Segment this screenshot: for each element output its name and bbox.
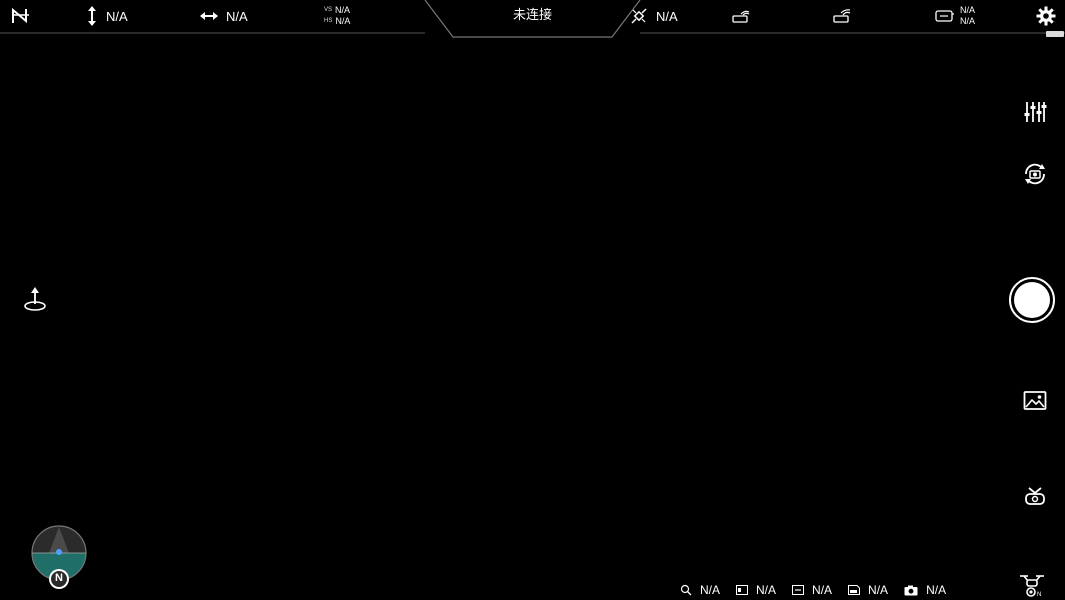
shutter-speed-value: N/A <box>812 583 833 597</box>
flight-mode-indicator[interactable] <box>10 0 32 32</box>
takeoff-icon <box>24 287 46 311</box>
aircraft-position-dot <box>56 549 62 555</box>
video-signal-indicator[interactable] <box>832 0 852 32</box>
video-signal-icon <box>833 9 851 23</box>
horizontal-speed-tag: HS <box>324 18 333 24</box>
vertical-speed-value: N/A <box>335 5 351 15</box>
top-status-bar: N/A N/A VS N/A HS N/A 未连接 N/A N/A N/A <box>0 0 1065 38</box>
camera-capacity-indicator: N/A <box>904 583 946 597</box>
flight-mode-icon <box>12 7 29 24</box>
zoom-value: N/A <box>700 583 721 597</box>
drone-icon: N <box>1020 575 1044 598</box>
horizontal-arrow-icon <box>200 12 218 20</box>
shutter-inner <box>1014 282 1050 318</box>
remote-signal-icon <box>732 10 750 23</box>
north-label: N <box>55 572 63 584</box>
vertical-speed-tag: VS <box>324 7 333 13</box>
distance-value: N/A <box>226 8 248 24</box>
remote-battery-indicator[interactable]: N/A N/A <box>934 0 975 32</box>
settings-button[interactable] <box>1036 0 1056 32</box>
remote-signal-indicator[interactable] <box>731 0 751 32</box>
iso-value: N/A <box>756 583 777 597</box>
image-gallery-icon <box>1023 391 1046 410</box>
shutter-speed-icon <box>792 585 805 595</box>
altitude-value: N/A <box>106 8 128 24</box>
switch-photo-video-button[interactable] <box>1020 162 1049 186</box>
zoom-indicator: N/A <box>680 583 720 597</box>
gps-value: N/A <box>656 8 678 24</box>
camera-switch-icon <box>1024 163 1045 185</box>
storage-indicator: N/A <box>848 583 888 597</box>
aircraft-status-button[interactable]: N <box>1018 572 1046 600</box>
gimbal-button[interactable] <box>1020 484 1049 508</box>
connection-status: 未连接 <box>512 7 552 22</box>
horizontal-speed-value: N/A <box>335 16 351 26</box>
shutter-button[interactable] <box>1009 277 1055 323</box>
controller-battery-icon <box>935 10 954 22</box>
speed-indicator: VS N/A HS N/A <box>324 0 350 32</box>
camera-icon <box>904 585 918 595</box>
gimbal-icon <box>1024 487 1045 505</box>
satellite-icon <box>631 8 647 24</box>
shutter-speed-indicator: N/A <box>792 583 832 597</box>
attitude-radar[interactable]: N <box>29 524 89 590</box>
gear-icon <box>1036 6 1056 26</box>
gps-indicator[interactable]: N/A <box>630 0 678 32</box>
camera-settings-button[interactable] <box>1020 100 1049 124</box>
altitude-indicator: N/A <box>86 0 128 32</box>
camera-capacity-value: N/A <box>926 583 947 597</box>
remote-battery-top-value: N/A <box>960 5 976 15</box>
takeoff-button[interactable] <box>22 286 48 317</box>
distance-indicator: N/A <box>200 0 248 32</box>
iso-icon <box>736 585 749 595</box>
camera-parameter-bar: N/A N/A N/A N/A N/A <box>680 580 962 600</box>
aircraft-battery-badge <box>1046 31 1064 37</box>
sliders-icon <box>1024 102 1046 122</box>
remote-battery-bottom-value: N/A <box>960 16 976 26</box>
svg-text:N: N <box>1037 592 1041 598</box>
iso-indicator: N/A <box>736 583 776 597</box>
storage-value: N/A <box>868 583 889 597</box>
zoom-icon <box>680 584 692 596</box>
sd-card-icon <box>848 585 861 595</box>
vertical-arrow-icon <box>88 6 96 26</box>
gallery-button[interactable] <box>1020 390 1049 412</box>
